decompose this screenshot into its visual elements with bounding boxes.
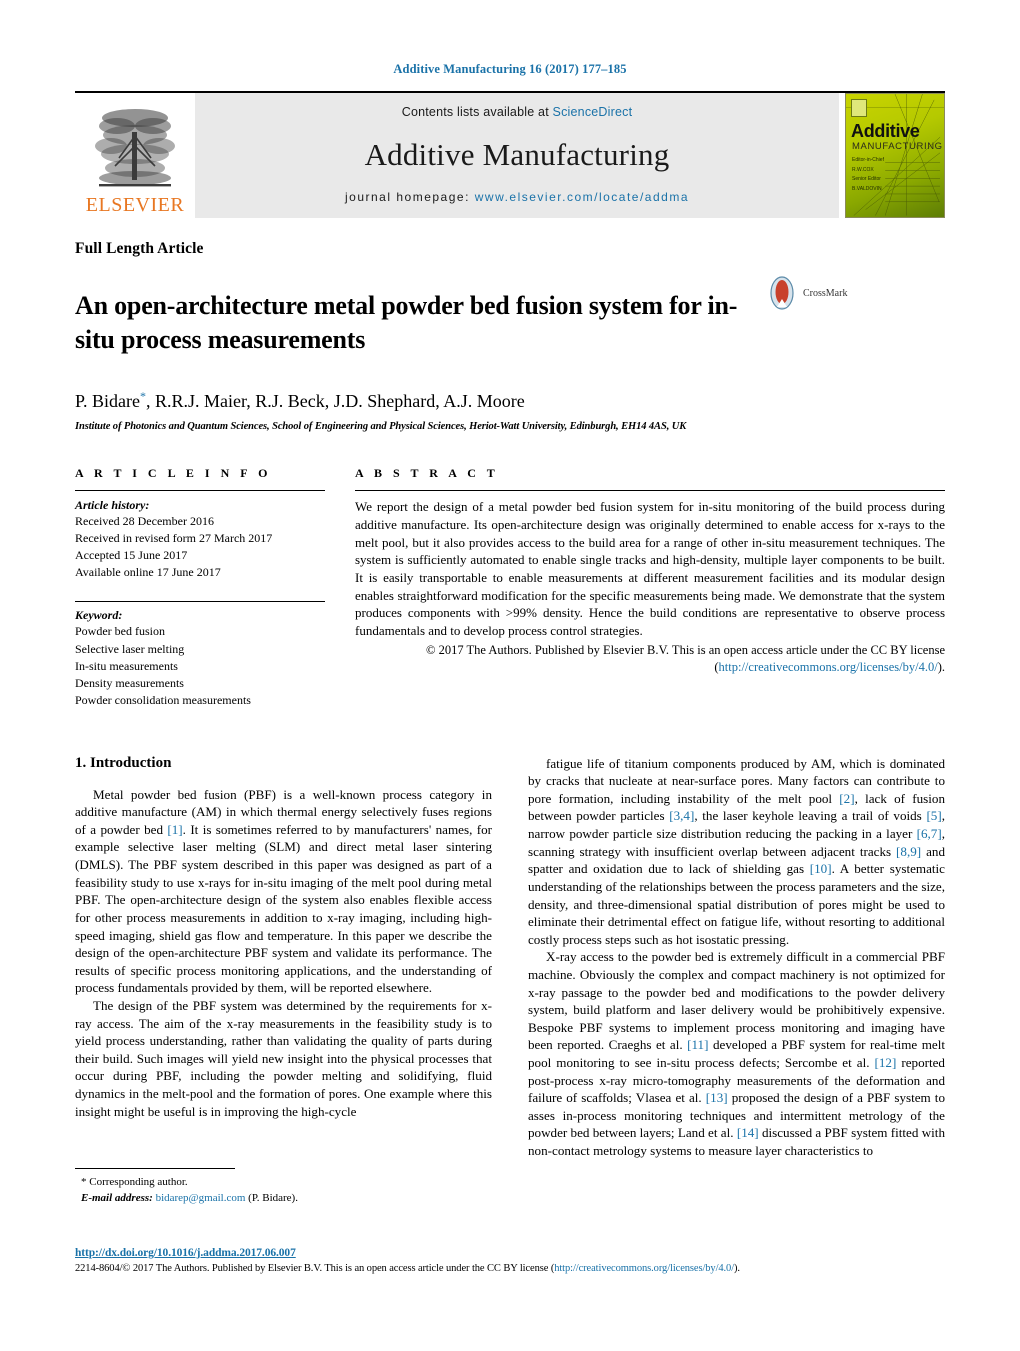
cover-metadata: Editor-in-Chief R.W.COX Senior Editor B.…	[852, 156, 884, 194]
citation-link[interactable]: [3,4]	[669, 808, 694, 823]
cover-meta-line-4: B.VALDOVIN	[852, 185, 882, 192]
article-info-column: A R T I C L E I N F O Article history: R…	[75, 466, 325, 708]
crossmark-icon	[770, 276, 794, 310]
keyword-item: Powder consolidation measurements	[75, 692, 251, 707]
article-type-label: Full Length Article	[75, 240, 204, 257]
footer-license-link[interactable]: http://creativecommons.org/licenses/by/4…	[554, 1263, 734, 1274]
contents-prefix: Contents lists available at	[401, 105, 553, 119]
divider	[75, 601, 325, 603]
history-item: Accepted 15 June 2017	[75, 548, 188, 563]
email-suffix: (P. Bidare).	[245, 1191, 298, 1204]
citation-link[interactable]: [11]	[687, 1037, 708, 1052]
citation-link[interactable]: [6,7]	[917, 826, 942, 841]
article-info-heading: A R T I C L E I N F O	[75, 466, 272, 481]
journal-homepage-link[interactable]: www.elsevier.com/locate/addma	[475, 190, 689, 204]
section-heading-introduction: 1. Introduction	[75, 754, 172, 771]
cover-title: Additive	[851, 121, 920, 141]
cover-badge-icon	[851, 99, 867, 117]
divider	[75, 490, 325, 492]
running-head: Additive Manufacturing 16 (2017) 177–185	[393, 62, 627, 76]
page-title: An open-architecture metal powder bed fu…	[75, 291, 738, 354]
remaining-authors: , R.R.J. Maier, R.J. Beck, J.D. Shephard…	[146, 391, 525, 412]
article-history-label: Article history:	[75, 498, 150, 513]
journal-cover-thumbnail: Additive MANUFACTURING Editor-in-Chief R…	[845, 93, 945, 218]
history-item: Received in revised form 27 March 2017	[75, 531, 273, 546]
issn-prefix: 2214-8604/© 2017 The Authors. Published …	[75, 1263, 555, 1274]
abstract-text: We report the design of a metal powder b…	[355, 499, 945, 639]
homepage-prefix: journal homepage:	[345, 190, 475, 204]
history-item: Available online 17 June 2017	[75, 565, 221, 580]
history-item: Received 28 December 2016	[75, 514, 214, 529]
elsevier-wordmark: ELSEVIER	[85, 194, 185, 216]
keyword-item: Powder bed fusion	[75, 624, 165, 639]
citation-link[interactable]: [5]	[926, 808, 941, 823]
affiliation: Institute of Photonics and Quantum Scien…	[75, 421, 687, 433]
sciencedirect-link[interactable]: ScienceDirect	[553, 105, 633, 119]
paragraph: X-ray access to the powder bed is extrem…	[528, 949, 945, 1159]
issn-suffix: ).	[734, 1263, 740, 1274]
info-abstract-block: A R T I C L E I N F O Article history: R…	[75, 466, 945, 708]
journal-masthead: ELSEVIER Contents lists available at Sci…	[75, 91, 945, 218]
keyword-item: Density measurements	[75, 675, 184, 690]
crossmark-label: CrossMark	[803, 287, 848, 299]
author-list: P. Bidare*, R.R.J. Maier, R.J. Beck, J.D…	[75, 389, 945, 412]
paragraph: fatigue life of titanium components prod…	[528, 755, 945, 947]
license-link[interactable]: http://creativecommons.org/licenses/by/4…	[719, 660, 938, 674]
crossmark-badge[interactable]: CrossMark	[765, 276, 847, 310]
abstract-heading: A B S T R A C T	[355, 466, 499, 481]
footnote-area: * Corresponding author. E-mail address: …	[75, 1168, 495, 1207]
cover-meta-line-3: Senior Editor	[852, 176, 881, 182]
keyword-label: Keyword:	[75, 608, 123, 623]
paragraph: Metal powder bed fusion (PBF) is a well-…	[75, 786, 492, 996]
abstract-column: A B S T R A C T We report the design of …	[355, 466, 945, 708]
keyword-item: In-situ measurements	[75, 658, 178, 673]
citation-link[interactable]: [2]	[839, 791, 854, 806]
journal-title: Additive Manufacturing	[364, 136, 670, 172]
citation-link[interactable]: [10]	[810, 861, 832, 876]
divider	[355, 490, 945, 492]
contents-available-line: Contents lists available at ScienceDirec…	[402, 105, 633, 119]
corresponding-author-note: * Corresponding author.	[81, 1176, 188, 1188]
email-note: E-mail address: bidarep@gmail.com (P. Bi…	[75, 1191, 495, 1207]
keyword-item: Selective laser melting	[75, 641, 185, 656]
email-label: E-mail address:	[81, 1191, 153, 1204]
citation-link[interactable]: [14]	[737, 1125, 759, 1140]
abstract-copyright: © 2017 The Authors. Published by Elsevie…	[355, 642, 945, 676]
citation-link[interactable]: [12]	[875, 1055, 897, 1070]
title-row: An open-architecture metal powder bed fu…	[75, 272, 945, 373]
citation-link[interactable]: [13]	[706, 1090, 728, 1105]
elsevier-tree-icon	[95, 109, 175, 187]
elsevier-logo: ELSEVIER	[75, 93, 195, 218]
license-paren-close: ).	[937, 659, 945, 674]
email-link[interactable]: bidarep@gmail.com	[156, 1192, 246, 1204]
body-column-left: 1. Introduction Metal powder bed fusion …	[75, 755, 492, 1160]
issn-copyright-line: 2214-8604/© 2017 The Authors. Published …	[75, 1263, 945, 1274]
cover-subtitle: MANUFACTURING	[852, 141, 943, 152]
cover-meta-line-1: Editor-in-Chief	[852, 157, 884, 163]
citation-link[interactable]: [8,9]	[896, 844, 921, 859]
paragraph: The design of the PBF system was determi…	[75, 997, 492, 1119]
doi-link[interactable]: http://dx.doi.org/10.1016/j.addma.2017.0…	[75, 1247, 296, 1259]
body-column-right: fatigue life of titanium components prod…	[528, 755, 945, 1160]
article-body: 1. Introduction Metal powder bed fusion …	[75, 755, 945, 1160]
article-page: Additive Manufacturing 16 (2017) 177–185	[0, 0, 1020, 1351]
journal-homepage-line: journal homepage: www.elsevier.com/locat…	[345, 190, 689, 204]
footnote-divider	[75, 1168, 235, 1169]
first-author: P. Bidare	[75, 391, 140, 412]
cover-meta-line-2: R.W.COX	[852, 166, 874, 173]
doi-block: http://dx.doi.org/10.1016/j.addma.2017.0…	[75, 1243, 945, 1274]
masthead-center: Contents lists available at ScienceDirec…	[195, 93, 839, 218]
citation-link[interactable]: [1]	[167, 822, 182, 837]
copyright-text: © 2017 The Authors. Published by Elsevie…	[425, 642, 945, 657]
